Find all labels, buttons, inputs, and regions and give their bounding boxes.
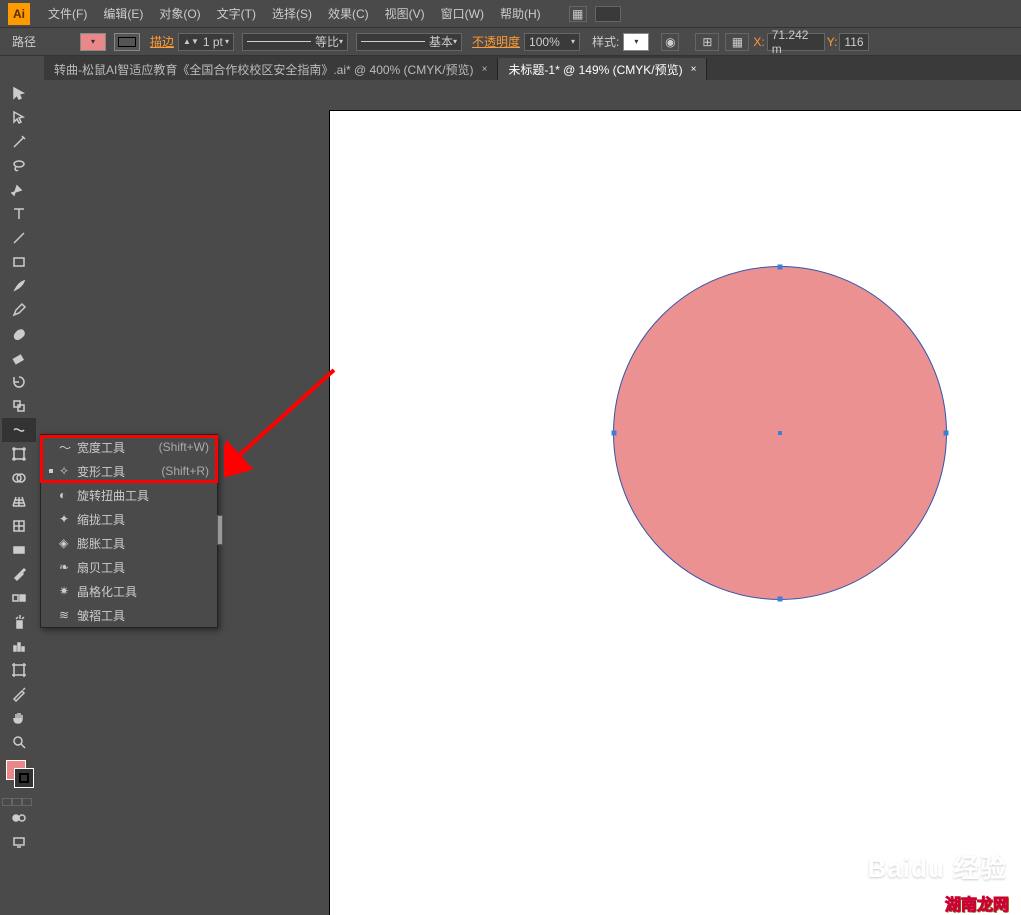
y-value-input[interactable]: 116 [839, 33, 869, 51]
rotate-tool[interactable] [2, 370, 36, 394]
shape-builder-tool[interactable] [2, 466, 36, 490]
stroke-color-swatch[interactable] [14, 768, 34, 788]
menu-view[interactable]: 视图(V) [377, 1, 433, 26]
tools-panel [2, 82, 40, 854]
flyout-width-tool[interactable]: ～宽度工具(Shift+W) [41, 435, 217, 459]
brush-definition-dropdown[interactable]: 基本▾ [356, 33, 462, 51]
flyout-bloat-tool[interactable]: ◈膨胀工具 [41, 531, 217, 555]
flyout-scallop-tool[interactable]: ❧扇贝工具 [41, 555, 217, 579]
circle-shape[interactable] [613, 266, 947, 600]
selection-type-label: 路径 [12, 33, 36, 50]
direct-selection-tool[interactable] [2, 106, 36, 130]
selection-tool[interactable] [2, 82, 36, 106]
zoom-tool[interactable] [2, 730, 36, 754]
eyedropper-tool[interactable] [2, 562, 36, 586]
symbol-sprayer-tool[interactable] [2, 610, 36, 634]
opacity-dropdown[interactable]: 100%▾ [524, 33, 580, 51]
pencil-tool[interactable] [2, 298, 36, 322]
blob-brush-tool[interactable] [2, 322, 36, 346]
drawmode-button[interactable] [2, 806, 36, 830]
flyout-pucker-tool[interactable]: ✦缩拢工具 [41, 507, 217, 531]
opacity-label[interactable]: 不透明度 [472, 33, 520, 50]
color-mode-buttons[interactable] [2, 798, 36, 806]
app-logo: Ai [8, 3, 30, 25]
type-tool[interactable] [2, 202, 36, 226]
hand-tool[interactable] [2, 706, 36, 730]
align-panel-button[interactable]: ⊞ [695, 33, 719, 51]
stroke-swatch[interactable] [114, 33, 140, 51]
gradient-tool[interactable] [2, 538, 36, 562]
flyout-tearoff-handle[interactable] [217, 515, 223, 545]
eraser-tool[interactable] [2, 346, 36, 370]
watermark-site: 湖南龙网 [945, 891, 1009, 915]
flyout-warp-tool[interactable]: ✧变形工具(Shift+R) [41, 459, 217, 483]
menu-effect[interactable]: 效果(C) [320, 1, 377, 26]
flyout-crystallize-tool[interactable]: ✷晶格化工具 [41, 579, 217, 603]
rectangle-tool[interactable] [2, 250, 36, 274]
line-tool[interactable] [2, 226, 36, 250]
pen-tool[interactable] [2, 178, 36, 202]
close-icon[interactable]: × [691, 64, 697, 75]
x-value-input[interactable]: 71.242 m [767, 33, 825, 51]
blend-tool[interactable] [2, 586, 36, 610]
menu-help[interactable]: 帮助(H) [492, 1, 549, 26]
menu-select[interactable]: 选择(S) [264, 1, 320, 26]
flyout-twirl-tool[interactable]: ◐旋转扭曲工具 [41, 483, 217, 507]
close-icon[interactable]: × [482, 64, 488, 75]
menu-window[interactable]: 窗口(W) [433, 1, 492, 26]
column-graph-tool[interactable] [2, 634, 36, 658]
document-tab-1[interactable]: 转曲-松鼠AI智适应教育《全国合作校校区安全指南》.ai* @ 400% (CM… [44, 58, 498, 80]
width-tool[interactable] [2, 418, 36, 442]
menu-edit[interactable]: 编辑(E) [95, 1, 151, 26]
stroke-label[interactable]: 描边 [150, 33, 174, 50]
essentials-small-button[interactable]: ▦ [569, 6, 587, 22]
menu-type[interactable]: 文字(T) [209, 1, 264, 26]
scale-tool[interactable] [2, 394, 36, 418]
menu-file[interactable]: 文件(F) [40, 1, 95, 26]
width-tool-flyout: ～宽度工具(Shift+W) ✧变形工具(Shift+R) ◐旋转扭曲工具 ✦缩… [40, 434, 218, 628]
workspace-switch-button[interactable] [595, 6, 621, 22]
free-transform-tool[interactable] [2, 442, 36, 466]
document-tab-2[interactable]: 未标题-1* @ 149% (CMYK/预览)× [498, 58, 707, 80]
slice-tool[interactable] [2, 682, 36, 706]
transform-panel-button[interactable]: ▦ [725, 33, 749, 51]
y-label: Y: [827, 35, 838, 49]
recolor-button[interactable]: ◉ [661, 33, 679, 51]
lasso-tool[interactable] [2, 154, 36, 178]
style-label: 样式: [592, 33, 619, 50]
artboard-tool[interactable] [2, 658, 36, 682]
fill-swatch[interactable]: ▾ [80, 33, 106, 51]
style-swatch[interactable]: ▾ [623, 33, 649, 51]
artboard[interactable] [329, 110, 1021, 915]
screen-mode-button[interactable] [2, 830, 36, 854]
magic-wand-tool[interactable] [2, 130, 36, 154]
mesh-tool[interactable] [2, 514, 36, 538]
watermark-main: Baidu 经验 [868, 848, 1007, 885]
flyout-wrinkle-tool[interactable]: ≋皱褶工具 [41, 603, 217, 627]
perspective-grid-tool[interactable] [2, 490, 36, 514]
fill-stroke-swatches[interactable] [2, 758, 36, 798]
brush-profile-dropdown[interactable]: 等比▾ [242, 33, 348, 51]
stroke-weight-dropdown[interactable]: ▲▼1 pt▾ [178, 33, 234, 51]
x-label: X: [753, 35, 764, 49]
menu-object[interactable]: 对象(O) [151, 1, 208, 26]
paintbrush-tool[interactable] [2, 274, 36, 298]
